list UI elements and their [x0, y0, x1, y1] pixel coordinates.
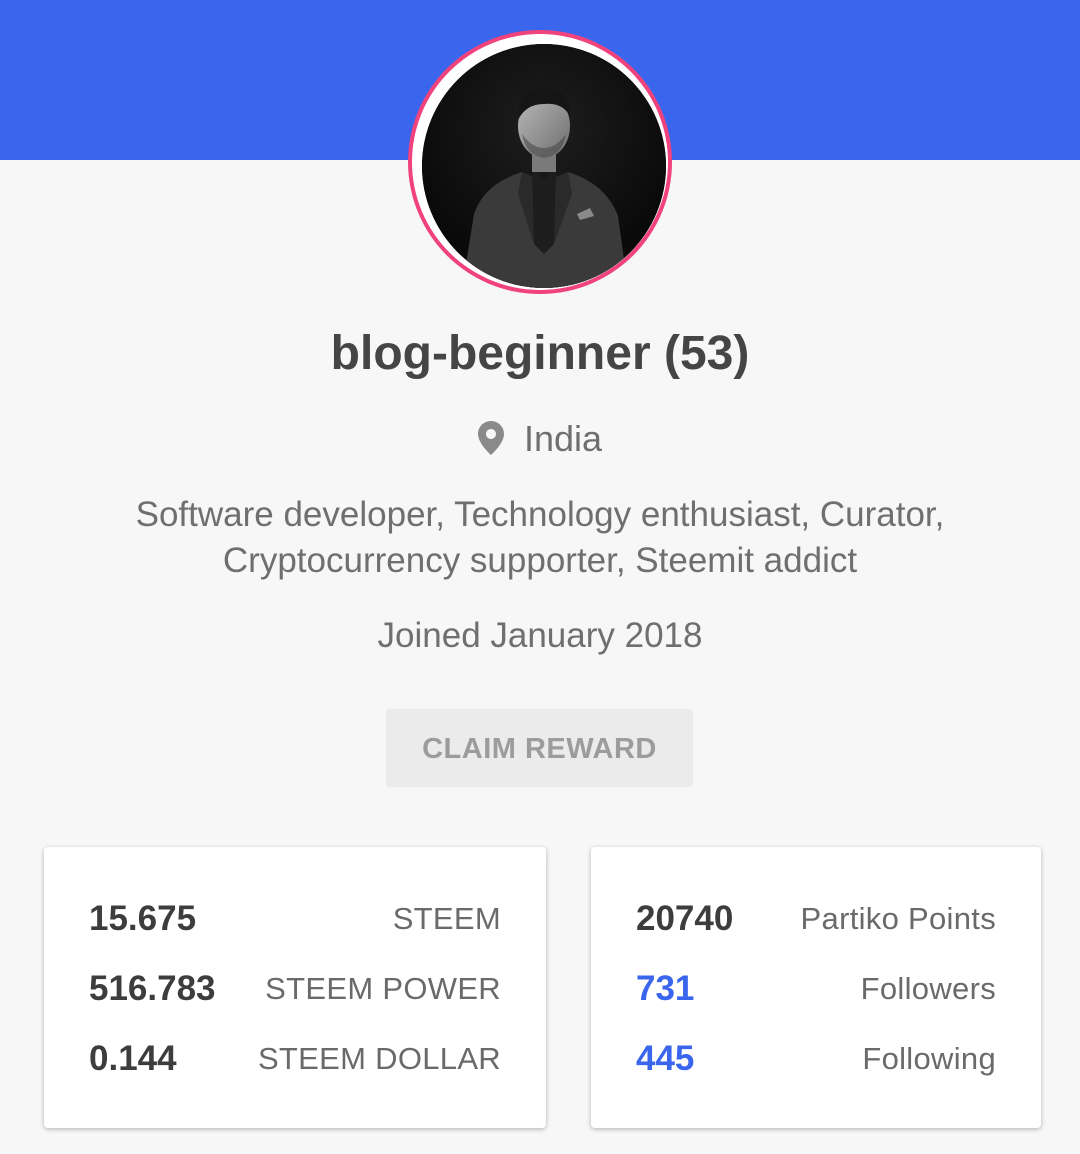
avatar-ring	[408, 30, 672, 294]
wallet-row-steem-power: 516.783 STEEM POWER	[89, 965, 501, 1013]
partiko-points-value: 20740	[636, 899, 734, 938]
location-pin-icon	[477, 419, 504, 467]
bio-line: Cryptocurrency supporter, Steemit addict	[222, 541, 858, 580]
partiko-points-row: 20740 Partiko Points	[636, 895, 996, 943]
following-count[interactable]: 445	[636, 1035, 694, 1083]
claim-reward-button[interactable]: CLAIM REWARD	[386, 709, 693, 787]
bio-line: Software developer, Technology enthusias…	[135, 495, 945, 534]
following-label[interactable]: Following	[862, 1035, 996, 1083]
avatar[interactable]	[422, 44, 666, 288]
steem-power-balance: 516.783	[89, 969, 216, 1008]
steem-power-label: STEEM POWER	[265, 971, 501, 1006]
social-card: 20740 Partiko Points 731 Followers 445 F…	[591, 847, 1041, 1128]
avatar-photo	[422, 44, 666, 288]
following-row[interactable]: 445 Following	[636, 1035, 996, 1083]
wallet-card: 15.675 STEEM 516.783 STEEM POWER 0.144 S…	[44, 847, 546, 1128]
bio: Software developer, Technology enthusias…	[60, 492, 1020, 584]
steem-dollar-label: STEEM DOLLAR	[257, 1041, 501, 1076]
username: blog-beginner (53)	[330, 327, 750, 380]
followers-label[interactable]: Followers	[861, 965, 996, 1013]
location-text: India	[523, 418, 603, 459]
followers-count[interactable]: 731	[636, 965, 694, 1013]
joined-date: Joined January 2018	[377, 616, 703, 655]
wallet-row-steem: 15.675 STEEM	[89, 895, 501, 943]
steem-balance: 15.675	[89, 899, 197, 938]
partiko-points-label: Partiko Points	[800, 901, 996, 936]
followers-row[interactable]: 731 Followers	[636, 965, 996, 1013]
wallet-row-steem-dollar: 0.144 STEEM DOLLAR	[89, 1035, 501, 1083]
location: India	[0, 415, 1080, 467]
steem-label: STEEM	[392, 901, 501, 936]
steem-dollar-balance: 0.144	[89, 1039, 177, 1078]
